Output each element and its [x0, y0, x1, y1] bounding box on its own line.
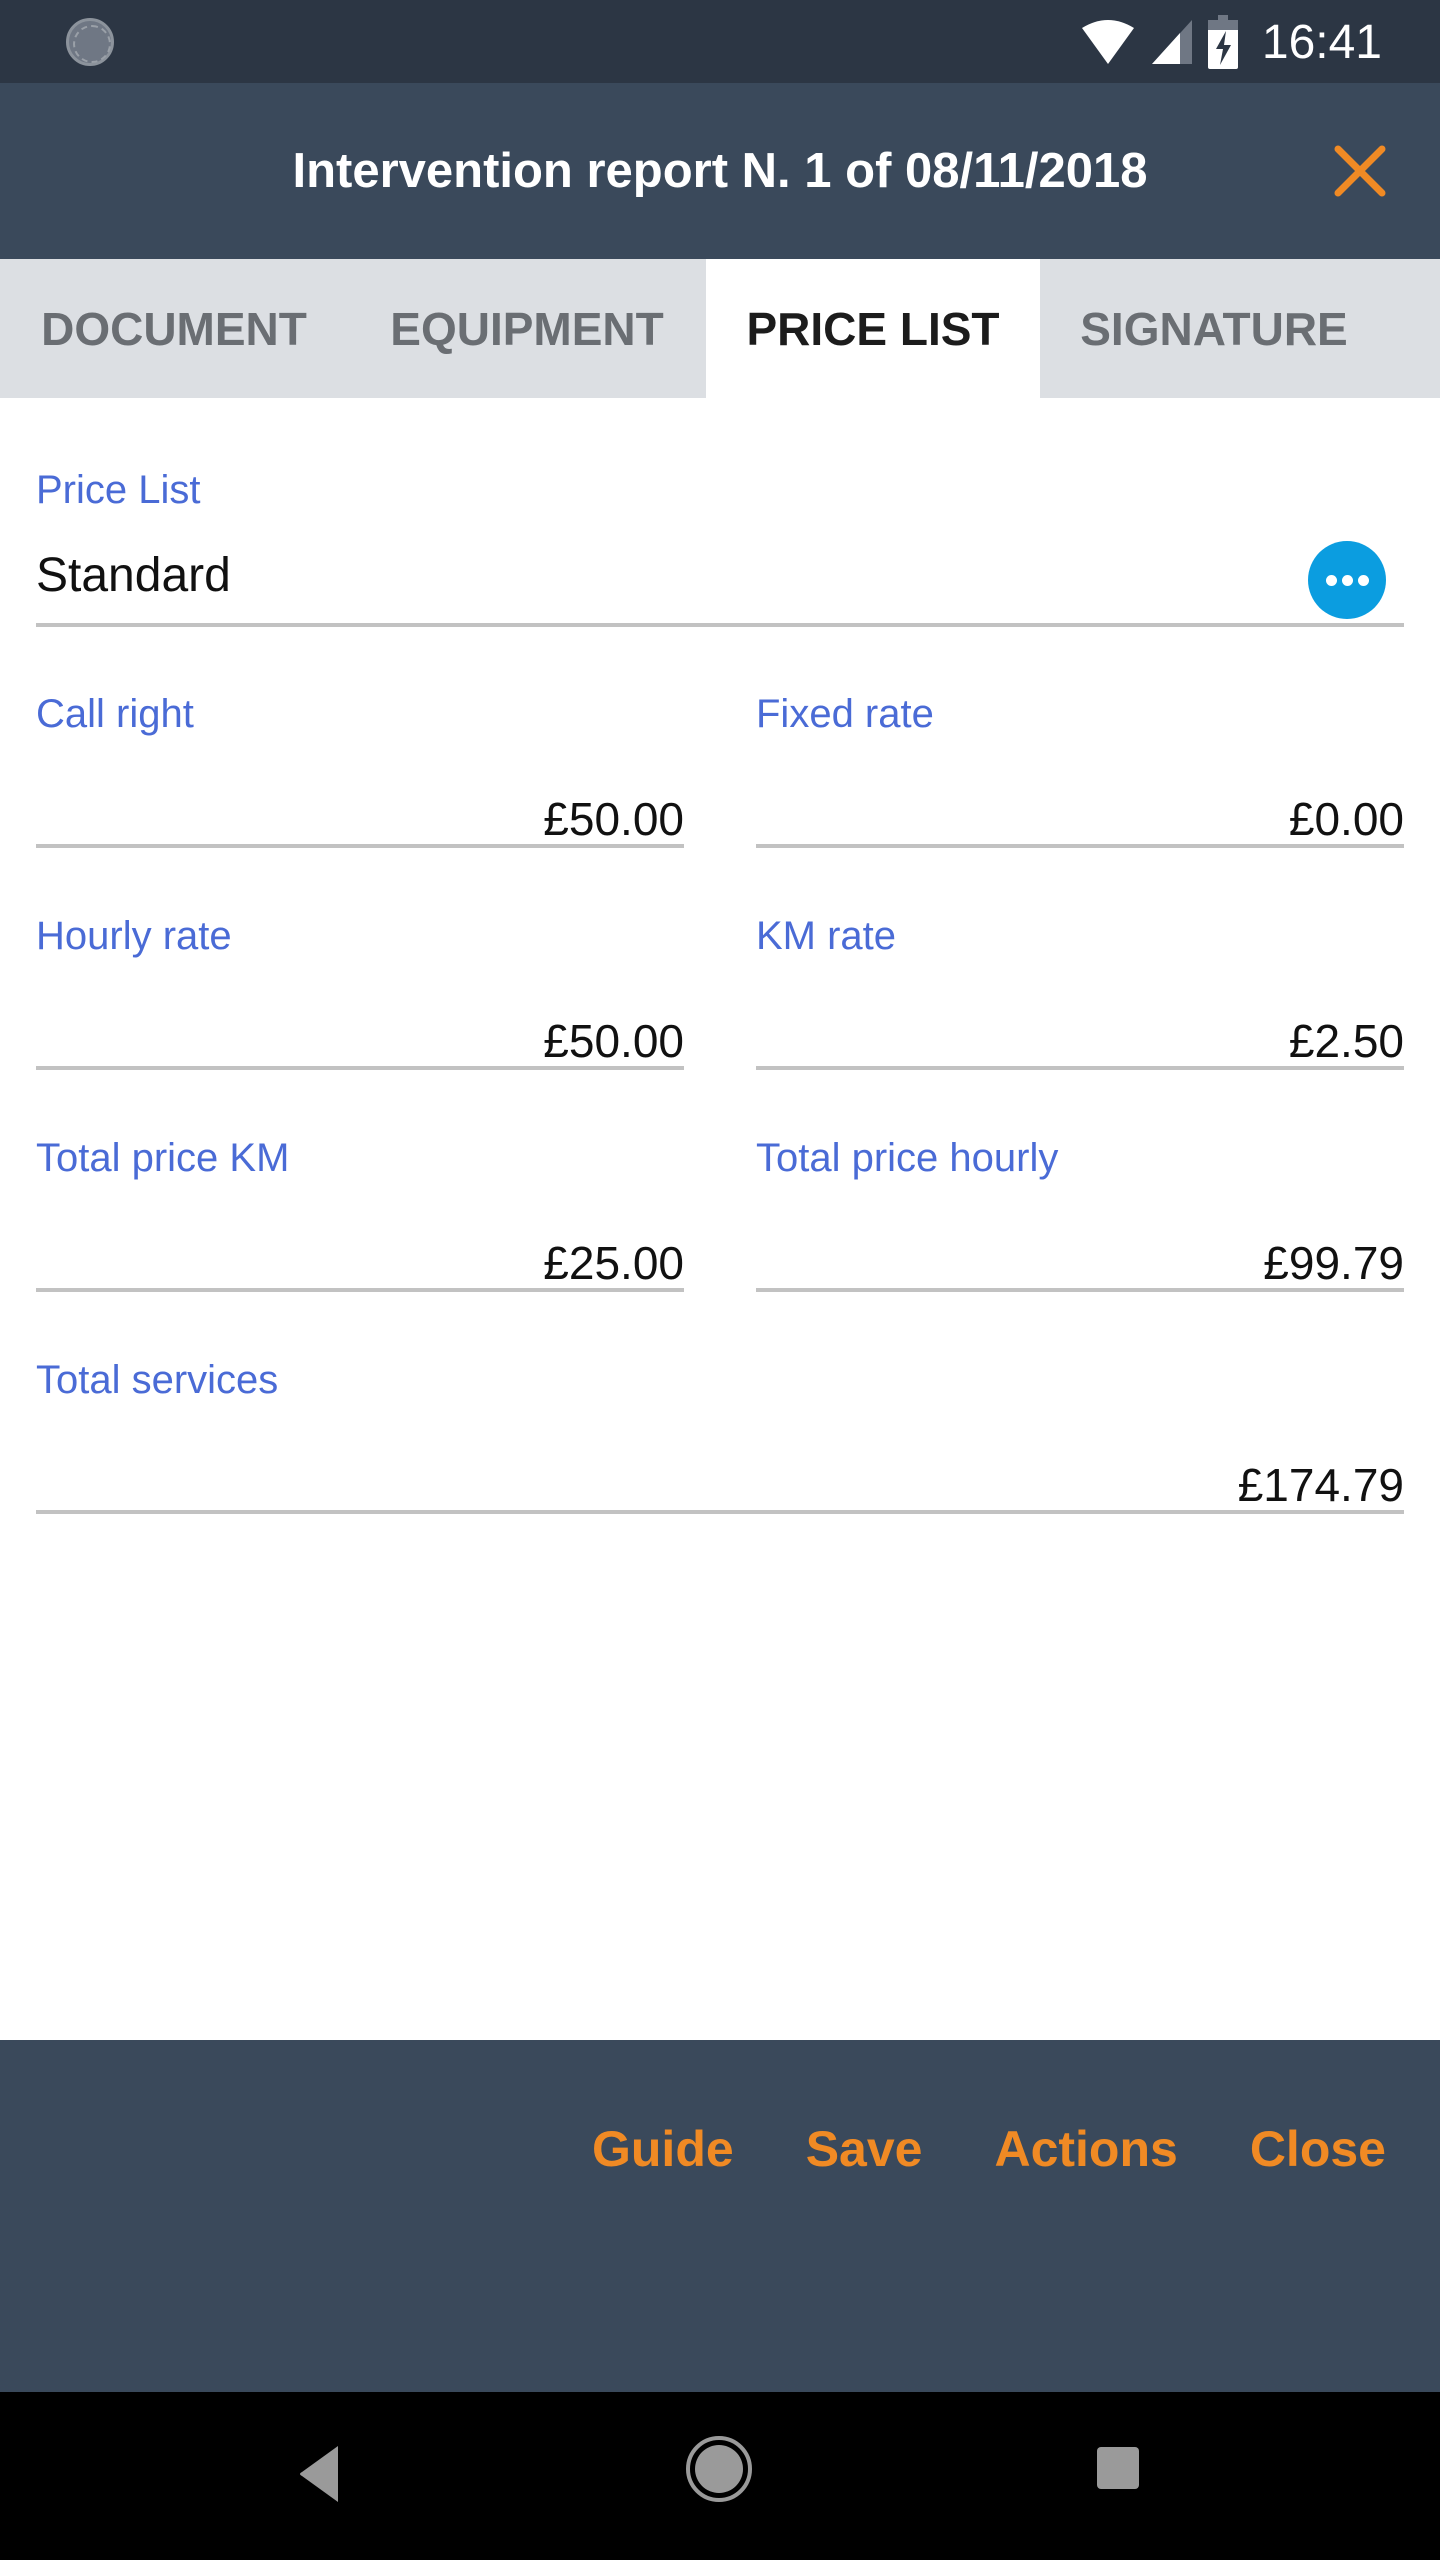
- save-button[interactable]: Save: [806, 2120, 923, 2178]
- fixed-rate-label: Fixed rate: [756, 692, 934, 736]
- tab-price-list[interactable]: PRICE LIST: [706, 259, 1040, 398]
- bottom-actions: Guide Save Actions Close: [592, 2120, 1386, 2178]
- hourly-rate-value[interactable]: £50.00: [543, 1014, 684, 1068]
- km-rate-label: KM rate: [756, 914, 897, 958]
- home-icon[interactable]: [686, 2436, 752, 2502]
- call-right-value[interactable]: £50.00: [543, 792, 684, 846]
- total-price-km-field[interactable]: Total price KM £25.00: [36, 1136, 684, 1296]
- field-underline: [36, 1510, 1404, 1514]
- field-underline: [36, 844, 684, 848]
- total-price-km-value[interactable]: £25.00: [543, 1236, 684, 1290]
- status-time: 16:41: [1261, 15, 1382, 69]
- field-underline: [36, 1288, 684, 1292]
- recents-icon[interactable]: [1097, 2447, 1139, 2489]
- fixed-rate-field[interactable]: Fixed rate £0.00: [756, 692, 1404, 852]
- page-title: Intervention report N. 1 of 08/11/2018: [292, 144, 1148, 198]
- km-rate-field[interactable]: KM rate £2.50: [756, 914, 1404, 1074]
- total-services-value[interactable]: £174.79: [1238, 1458, 1404, 1512]
- call-right-field[interactable]: Call right £50.00: [36, 692, 684, 852]
- guide-button[interactable]: Guide: [592, 2120, 734, 2178]
- tab-bar: DOCUMENT EQUIPMENT PRICE LIST SIGNATURE: [0, 259, 1440, 398]
- back-icon[interactable]: [296, 2444, 346, 2504]
- total-price-hourly-field[interactable]: Total price hourly £99.79: [756, 1136, 1404, 1296]
- actions-button[interactable]: Actions: [994, 2120, 1177, 2178]
- status-bar: 16:41: [0, 0, 1440, 83]
- hourly-rate-field[interactable]: Hourly rate £50.00: [36, 914, 684, 1074]
- field-underline: [36, 1066, 684, 1070]
- signal-icon: [1151, 20, 1192, 64]
- total-services-label: Total services: [36, 1358, 279, 1402]
- total-price-hourly-value[interactable]: £99.79: [1263, 1236, 1404, 1290]
- price-list-field[interactable]: Price List Standard: [36, 468, 1404, 628]
- field-underline: [756, 844, 1404, 848]
- field-underline: [756, 1288, 1404, 1292]
- total-price-km-label: Total price KM: [36, 1136, 290, 1180]
- bottom-action-bar: Guide Save Actions Close: [0, 2040, 1440, 2392]
- sync-spinner-icon: [66, 18, 114, 66]
- price-list-label: Price List: [36, 468, 201, 512]
- total-price-hourly-label: Total price hourly: [756, 1136, 1059, 1180]
- field-underline: [756, 1066, 1404, 1070]
- close-button[interactable]: Close: [1250, 2120, 1386, 2178]
- tab-equipment[interactable]: EQUIPMENT: [348, 259, 706, 398]
- total-services-field[interactable]: Total services £174.79: [36, 1358, 1404, 1518]
- more-options-icon: [1325, 574, 1337, 586]
- tab-document[interactable]: DOCUMENT: [0, 259, 348, 398]
- more-options-button[interactable]: [1308, 541, 1386, 619]
- app-header: Intervention report N. 1 of 08/11/2018: [0, 83, 1440, 259]
- call-right-label: Call right: [36, 692, 194, 736]
- hourly-rate-label: Hourly rate: [36, 914, 232, 958]
- close-icon[interactable]: [1330, 141, 1390, 201]
- km-rate-value[interactable]: £2.50: [1289, 1014, 1404, 1068]
- wifi-icon: [1081, 20, 1134, 64]
- navigation-bar: [0, 2392, 1440, 2560]
- price-list-value[interactable]: Standard: [36, 548, 231, 603]
- battery-charging-icon: [1207, 15, 1238, 69]
- field-underline: [36, 623, 1404, 627]
- fixed-rate-value[interactable]: £0.00: [1289, 792, 1404, 846]
- tab-signature[interactable]: SIGNATURE: [1040, 259, 1388, 398]
- status-icons: 16:41: [1080, 10, 1382, 74]
- more-options-icon-dot: [1357, 574, 1369, 586]
- more-options-icon-dot: [1341, 574, 1353, 586]
